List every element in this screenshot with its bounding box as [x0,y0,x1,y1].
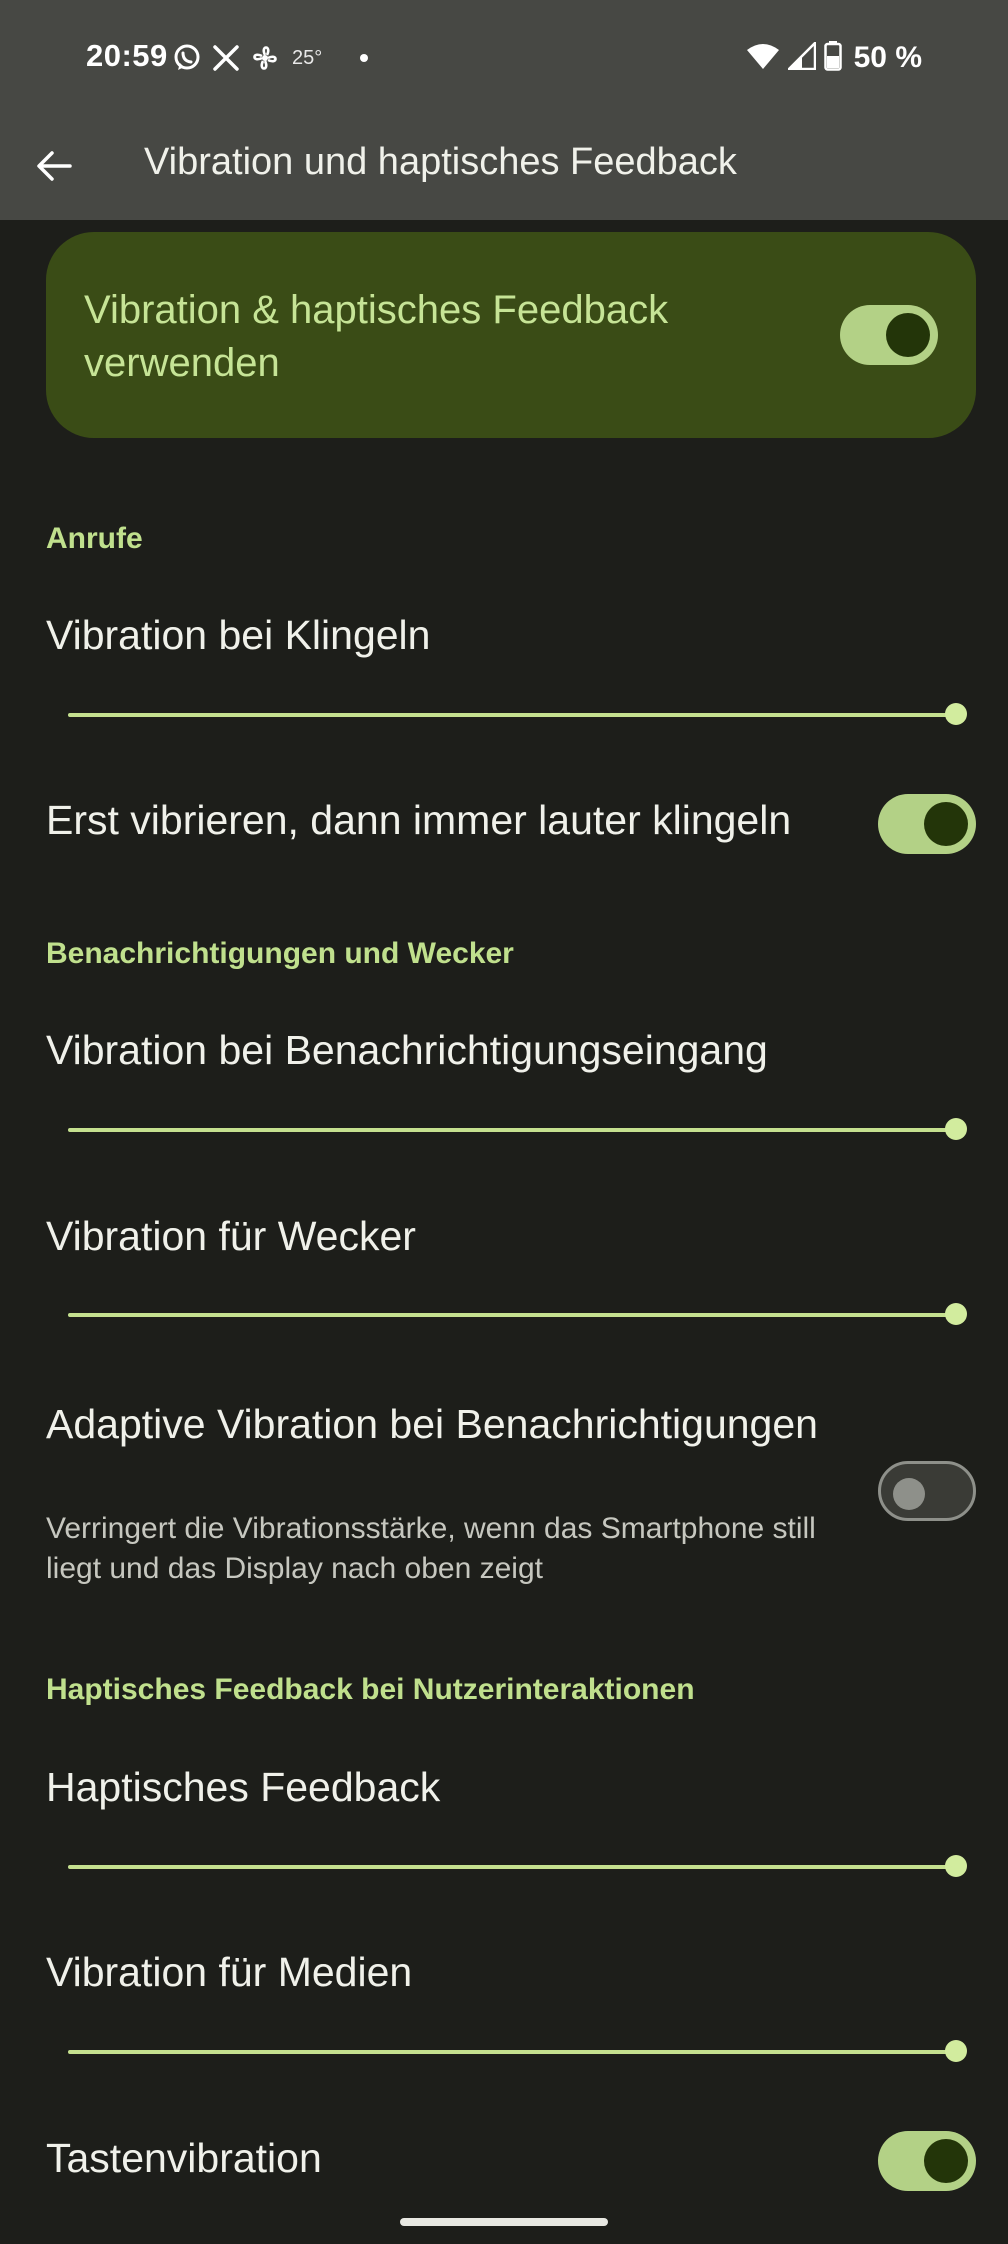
arrow-back-icon [37,151,72,181]
back-button[interactable] [24,136,84,196]
adaptive-vibration-switch[interactable] [878,1461,976,1521]
main-vibration-switch[interactable] [840,305,938,365]
ring-vibration-label: Vibration bei Klingeln [46,612,431,658]
slider-track [68,1128,956,1132]
battery-percentage: 50 % [853,41,922,74]
fan-icon [250,43,280,73]
notification-vibration-label: Vibration bei Benachrichtigungseingang [46,1027,768,1073]
main-toggle-label: Vibration & haptisches Feedback verwende… [84,288,669,385]
switch-knob [886,313,930,357]
slider-track [68,2050,956,2054]
status-temperature: 25° [292,46,323,69]
top-app-bar: 20:59 25° 50 % Vibration und haptisches … [0,0,1008,220]
slider-thumb[interactable] [945,1303,967,1325]
alarm-vibration-label: Vibration für Wecker [46,1213,416,1259]
media-vibration-label: Vibration für Medien [46,1949,413,1995]
adaptive-vibration-label: Adaptive Vibration bei Benachrichtigunge… [46,1401,818,1447]
slider-track [68,713,956,717]
section-header-haptics: Haptisches Feedback bei Nutzerinteraktio… [46,1673,695,1706]
slider-thumb[interactable] [945,703,967,725]
switch-knob [893,1478,925,1510]
slider-track [68,1865,956,1869]
vibrate-then-ring-label: Erst vibrieren, dann immer lauter klinge… [46,797,792,843]
status-system-icons: 50 % [746,38,922,78]
main-vibration-toggle-card[interactable]: Vibration & haptisches Feedback verwende… [46,232,976,438]
ring-vibration-slider[interactable] [68,703,967,727]
notification-vibration-slider[interactable] [68,1118,967,1142]
whatsapp-icon [172,43,202,73]
cell-signal-icon [785,39,816,75]
key-vibration-switch[interactable] [878,2131,976,2191]
gesture-navigation-bar[interactable] [400,2218,608,2226]
adaptive-vibration-description: Verringert die Vibrationsstärke, wenn da… [46,1512,816,1585]
slider-thumb[interactable] [945,1855,967,1877]
media-vibration-slider[interactable] [68,2040,967,2064]
switch-knob [924,2139,968,2183]
page-title: Vibration und haptisches Feedback [144,141,737,183]
more-notifications-dot [360,54,369,62]
alarm-vibration-slider[interactable] [68,1303,967,1327]
x-icon [212,44,240,72]
section-header-calls: Anrufe [46,522,143,555]
haptic-feedback-label: Haptisches Feedback [46,1764,441,1810]
switch-knob [924,802,968,846]
slider-track [68,1313,956,1317]
slider-thumb[interactable] [945,1118,967,1140]
section-header-notifications: Benachrichtigungen und Wecker [46,937,514,970]
battery-icon [823,40,842,76]
wifi-icon [746,42,780,75]
status-time: 20:59 [86,38,168,73]
slider-thumb[interactable] [945,2040,967,2062]
status-notification-icons: 25° [172,38,369,78]
key-vibration-label: Tastenvibration [46,2135,322,2181]
vibrate-then-ring-switch[interactable] [878,794,976,854]
haptic-feedback-slider[interactable] [68,1855,967,1879]
status-bar: 20:59 25° 50 % [0,0,1008,110]
